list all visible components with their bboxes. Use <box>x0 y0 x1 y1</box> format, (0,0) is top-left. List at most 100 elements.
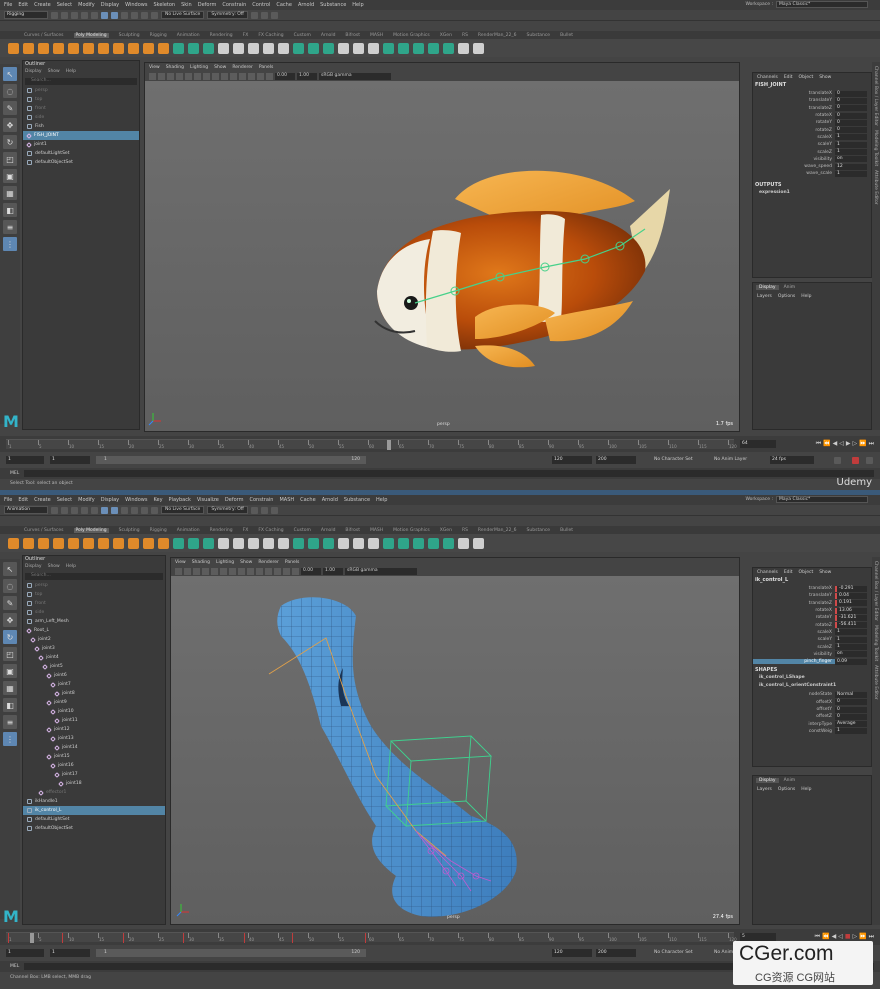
outliner-menu-item[interactable]: Help <box>66 564 76 572</box>
open-scene-icon[interactable] <box>61 506 68 514</box>
start-frame-field[interactable]: 1 <box>6 456 44 464</box>
shelf-tab[interactable]: Motion Graphics <box>393 528 430 533</box>
channel-row[interactable]: scaleZ 1 <box>753 148 871 156</box>
lasso-tool-icon[interactable]: ◌ <box>3 84 17 98</box>
outliner-row[interactable]: joint6 <box>23 671 165 680</box>
shelf-tab[interactable]: FX Caching <box>258 33 283 38</box>
select-tool-icon[interactable]: ↖ <box>3 67 17 81</box>
cone-icon[interactable] <box>53 537 64 549</box>
fill-hole-icon[interactable] <box>383 537 394 549</box>
menu-item-file[interactable]: File <box>4 2 12 8</box>
channel-value-field[interactable]: -0.291 <box>835 585 867 592</box>
extrude-icon[interactable] <box>248 42 259 54</box>
input-attr-value[interactable]: 1 <box>835 728 867 735</box>
channel-value-field[interactable]: on <box>835 156 867 163</box>
menu-item-visualize[interactable]: Visualize <box>197 497 219 503</box>
layer-tab[interactable]: Anim <box>781 778 799 783</box>
shelf-tab[interactable]: RenderMan_22_6 <box>478 33 517 38</box>
snap-curve-icon[interactable] <box>141 11 148 19</box>
text-icon[interactable] <box>143 537 154 549</box>
play-forward-icon[interactable]: ▶ <box>846 440 851 448</box>
outliner-row[interactable]: joint7 <box>23 680 165 689</box>
viewport-canvas[interactable]: persp 1.7 fps <box>145 81 739 431</box>
menu-item-playback[interactable]: Playback <box>169 497 191 503</box>
extrude-icon[interactable] <box>248 537 259 549</box>
outliner-menu-item[interactable]: Show <box>48 564 60 572</box>
step-back-key-icon[interactable]: ⏪ <box>823 440 830 448</box>
channel-row[interactable]: rotateY 0 <box>753 119 871 126</box>
channel-menu-item[interactable]: Channels <box>757 570 778 575</box>
input-attr-value[interactable]: 0 <box>835 713 867 720</box>
viewport-menu-item[interactable]: Renderer <box>232 65 253 70</box>
cleanup-icon[interactable] <box>413 537 424 549</box>
disc-icon[interactable] <box>98 42 109 54</box>
superellipse-icon[interactable] <box>113 42 124 54</box>
channel-row[interactable]: rotateZ -56.411 <box>753 621 871 629</box>
play-back-icon[interactable]: ◁ <box>839 440 844 448</box>
channel-row[interactable]: rotateX 0 <box>753 112 871 119</box>
shelf-tab[interactable]: Animation <box>177 33 200 38</box>
channel-row[interactable]: pinch_finger 0.09 <box>753 658 871 665</box>
select-hierarchy-icon[interactable] <box>101 11 108 19</box>
channel-row[interactable]: translateX 0 <box>753 90 871 97</box>
ipr-render-icon[interactable] <box>260 506 268 514</box>
svg-icon[interactable] <box>158 537 169 549</box>
planar-map-icon[interactable] <box>353 537 364 549</box>
resolution-gate-icon[interactable] <box>229 567 236 575</box>
menu-item-windows[interactable]: Windows <box>125 2 147 8</box>
shelf-tab[interactable]: FX Caching <box>258 528 283 533</box>
layer-menu-item[interactable]: Options <box>778 294 795 299</box>
viewport-panel[interactable]: View Shading Lighting Show Renderer Panels 0.… <box>170 557 740 925</box>
single-view-icon[interactable]: ▣ <box>3 664 17 678</box>
input-attr-value[interactable]: Normal <box>835 691 867 698</box>
menu-item-edit[interactable]: Edit <box>18 497 28 503</box>
cylinder-icon[interactable] <box>38 537 49 549</box>
retopo-icon[interactable] <box>473 537 484 549</box>
shelf-tab[interactable]: Rigging <box>150 33 167 38</box>
shelf-tab[interactable]: Rendering <box>210 33 233 38</box>
viewport-canvas[interactable]: persp 27.4 fps <box>171 576 739 924</box>
wireframe-icon[interactable] <box>238 567 245 575</box>
shelf-tab[interactable]: MASH <box>370 33 383 38</box>
input-attr-row[interactable]: offsetZ 0 <box>753 713 871 720</box>
step-forward-key-icon[interactable]: ⏩ <box>859 440 866 448</box>
rotate-tool-icon[interactable]: ↻ <box>3 135 17 149</box>
channel-row[interactable]: translateZ 0 <box>753 105 871 112</box>
menu-item-create[interactable]: Create <box>34 497 51 503</box>
shelf-tab[interactable]: Curves / Surfaces <box>24 33 64 38</box>
quadrangulate-icon[interactable] <box>443 42 454 54</box>
channel-value-field[interactable]: 12 <box>835 163 867 170</box>
key-mode-icon[interactable] <box>852 457 859 464</box>
end-frame-field[interactable]: 120 <box>552 456 592 464</box>
channel-menu-item[interactable]: Show <box>819 570 831 575</box>
outliner-row[interactable]: top <box>23 95 139 104</box>
shelf-tab[interactable]: Bullet <box>560 33 573 38</box>
outliner-row[interactable]: front <box>23 599 165 608</box>
outliner-row[interactable]: ik_control_L <box>23 806 165 815</box>
channel-menu-item[interactable]: Channels <box>757 75 778 80</box>
outliner-menu-item[interactable]: Display <box>25 564 42 572</box>
viewport-menu-item[interactable]: View <box>149 65 160 70</box>
viewport-menu-item[interactable]: Renderer <box>258 560 279 565</box>
menu-item-deform[interactable]: Deform <box>225 497 244 503</box>
camera-attr-icon[interactable] <box>158 72 165 80</box>
channel-value-field[interactable]: 0.04 <box>835 592 867 599</box>
shelf-tab[interactable]: XGen <box>440 33 452 38</box>
reduce-icon[interactable] <box>458 42 469 54</box>
side-tab[interactable]: Attribute Editor <box>873 170 878 205</box>
channel-value-field[interactable]: 0 <box>835 90 867 97</box>
symmetry-dropdown[interactable]: Symmetry: Off <box>207 11 248 19</box>
shelf-tab[interactable]: XGen <box>440 528 452 533</box>
viewport-menu-item[interactable]: Panels <box>285 560 299 565</box>
side-tab[interactable]: Modeling Toolkit <box>873 130 878 166</box>
channel-row[interactable]: wave_scale 1 <box>753 170 871 177</box>
multi-cut-icon[interactable] <box>293 42 304 54</box>
shadows-icon[interactable] <box>274 567 281 575</box>
keyframe-marker[interactable] <box>364 933 366 943</box>
torus-icon[interactable] <box>68 537 79 549</box>
exposure-field[interactable]: 0.00 <box>275 72 295 80</box>
menu-item-skeleton[interactable]: Skeleton <box>153 2 175 8</box>
render-icon[interactable] <box>250 11 258 19</box>
outliner-row[interactable]: side <box>23 608 165 617</box>
render-settings-icon[interactable] <box>270 506 278 514</box>
